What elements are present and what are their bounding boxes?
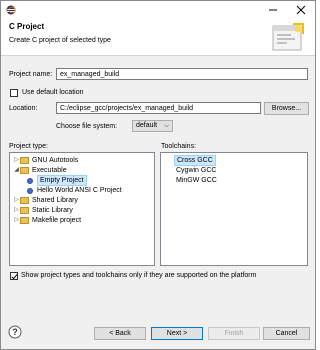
expand-arrow-icon[interactable]: ▷ [13, 206, 20, 215]
file-system-value: default [136, 122, 158, 129]
tree-item-empty-project[interactable]: Empty Project [27, 175, 87, 186]
folder-icon [20, 207, 29, 214]
show-supported-only-label: Show project types and toolchains only i… [21, 272, 257, 279]
tree-item-shared-library[interactable]: ▷ Shared Library [13, 196, 78, 205]
use-default-location-checkbox[interactable] [10, 89, 18, 97]
toolchains-heading: Toolchains: [161, 143, 197, 150]
minimize-icon [269, 9, 277, 11]
folder-open-icon [20, 167, 29, 174]
title-bar [1, 1, 315, 19]
show-supported-only-checkbox[interactable] [10, 272, 18, 280]
finish-button[interactable]: Finish [208, 327, 260, 340]
project-type-heading: Project type: [9, 143, 48, 150]
folder-icon [20, 197, 29, 204]
project-template-icon [27, 177, 33, 184]
collapse-arrow-icon[interactable]: ◢ [13, 166, 20, 175]
tree-item-gnu-autotools[interactable]: ▷ GNU Autotools [13, 156, 78, 165]
project-type-tree[interactable]: ▷ GNU Autotools ◢ Executable Empty Proje… [9, 152, 155, 266]
tree-item-static-library[interactable]: ▷ Static Library [13, 206, 73, 215]
toolchain-item-mingw-gcc[interactable]: MinGW GCC [176, 176, 217, 185]
dialog-title: C Project [9, 22, 45, 31]
eclipse-app-icon [6, 5, 16, 15]
back-button[interactable]: < Back [94, 327, 146, 340]
folder-icon [20, 217, 29, 224]
toolchain-item-cross-gcc[interactable]: Cross GCC [174, 155, 216, 166]
project-name-field[interactable]: ex_managed_build [56, 68, 308, 80]
toolchain-item-cygwin-gcc[interactable]: Cygwin GCC [176, 166, 216, 175]
browse-button[interactable]: Browse... [264, 102, 309, 115]
header-banner: C Project Create C project of selected t… [1, 19, 315, 56]
next-button[interactable]: Next > [151, 327, 203, 340]
close-icon [296, 5, 306, 15]
tree-item-executable[interactable]: ◢ Executable [13, 166, 67, 175]
use-default-location-label: Use default location [22, 89, 84, 96]
c-project-dialog: C Project Create C project of selected t… [0, 0, 316, 350]
help-icon[interactable]: ? [8, 325, 22, 339]
dialog-description: Create C project of selected type [9, 37, 111, 44]
project-template-icon [27, 187, 33, 194]
cancel-button[interactable]: Cancel [263, 327, 310, 340]
file-system-select[interactable]: default ⌵ [132, 120, 173, 132]
chevron-down-icon: ⌵ [164, 123, 169, 129]
location-label: Location: [9, 105, 38, 112]
file-system-label: Choose file system: [56, 123, 118, 130]
expand-arrow-icon[interactable]: ▷ [13, 156, 20, 165]
project-name-label: Project name: [9, 71, 53, 78]
location-field[interactable]: C:/eclipse_gcc/projects/ex_managed_build [56, 102, 261, 114]
tree-item-makefile-project[interactable]: ▷ Makefile project [13, 216, 81, 225]
minimize-button[interactable] [259, 1, 287, 19]
expand-arrow-icon[interactable]: ▷ [13, 196, 20, 205]
tree-item-hello-world[interactable]: Hello World ANSI C Project [27, 186, 122, 195]
toolchains-list[interactable]: Cross GCC Cygwin GCC MinGW GCC [160, 152, 308, 266]
folder-icon [20, 157, 29, 164]
expand-arrow-icon[interactable]: ▷ [13, 216, 20, 225]
close-button[interactable] [287, 1, 315, 19]
new-project-wizard-icon [272, 23, 304, 51]
svg-text:?: ? [12, 327, 18, 337]
